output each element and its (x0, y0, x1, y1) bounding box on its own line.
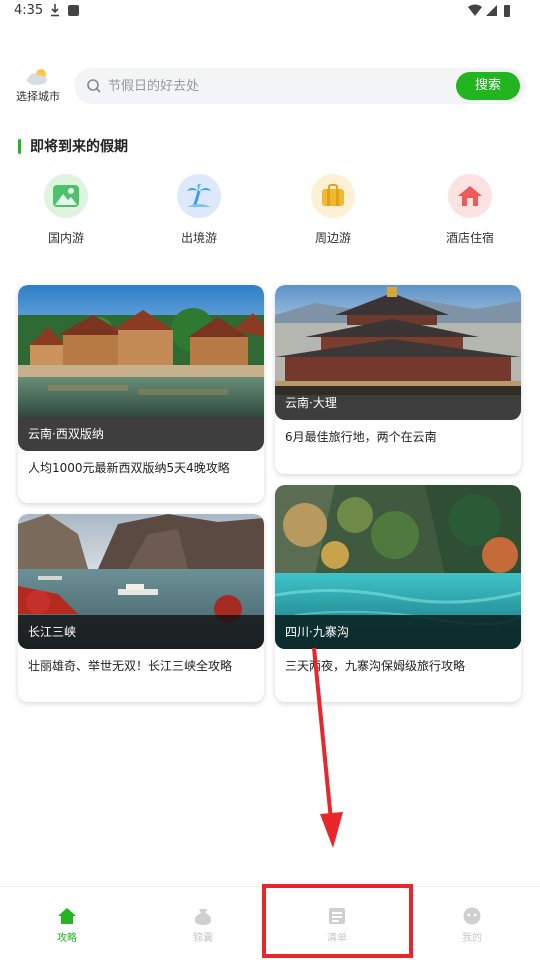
list-icon (329, 908, 345, 924)
search-bar: 搜索 (74, 68, 526, 104)
system-status-icons (468, 4, 510, 17)
status-bar: 4:35 (0, 0, 540, 24)
profile-face-icon (463, 907, 481, 925)
weather-cloud-icon (27, 69, 47, 85)
status-time: 4:35 (14, 3, 44, 18)
home-icon (58, 908, 76, 924)
section-title-text: 即将到来的假期 (30, 139, 128, 155)
palm-tree-icon (177, 174, 221, 218)
category-label: 国内游 (47, 231, 84, 245)
title-accent-bar (18, 138, 21, 154)
city-label: 选择城市 (16, 90, 60, 103)
card-location-tag: 长江三峡 (18, 615, 264, 649)
category-nearby[interactable]: 周边游 (293, 174, 373, 246)
card-image: 云南·西双版纳 (18, 285, 264, 451)
nav-tab-tips[interactable]: 锦囊 (163, 907, 243, 944)
nav-label: 我的 (462, 933, 482, 944)
category-label: 周边游 (314, 231, 351, 245)
guide-card[interactable]: 长江三峡 壮丽雄奇、举世无双！长江三峡全攻略 (18, 514, 264, 702)
house-icon (448, 174, 492, 218)
guide-card[interactable]: 云南·西双版纳 人均1000元最新西双版纳5天4晚攻略 (18, 285, 264, 503)
bottom-navigation: 攻略 锦囊 清单 我的 (0, 886, 540, 960)
card-title: 6月最佳旅行地，两个在云南 (285, 430, 437, 444)
card-image: 四川·九寨沟 (275, 485, 521, 649)
search-button[interactable]: 搜索 (456, 72, 520, 100)
guide-card[interactable]: 云南·大理 6月最佳旅行地，两个在云南 (275, 285, 521, 474)
category-outbound[interactable]: 出境游 (159, 174, 239, 246)
nav-label: 攻略 (57, 933, 77, 944)
suitcase-icon (311, 174, 355, 218)
category-label: 酒店住宿 (445, 231, 494, 245)
pouch-icon (194, 909, 212, 925)
card-location-tag: 云南·大理 (275, 386, 521, 420)
card-title: 人均1000元最新西双版纳5天4晚攻略 (28, 461, 230, 475)
nav-tab-profile[interactable]: 我的 (432, 907, 512, 944)
card-location-tag: 四川·九寨沟 (275, 615, 521, 649)
card-image: 长江三峡 (18, 514, 264, 649)
card-location-tag: 云南·西双版纳 (18, 417, 264, 451)
search-icon (87, 79, 101, 93)
category-label: 出境游 (180, 231, 217, 245)
mountain-icon (44, 174, 88, 218)
nav-tab-checklist[interactable]: 清单 (297, 907, 377, 944)
notification-icon (68, 5, 79, 16)
card-title: 三天两夜，九寨沟保姆级旅行攻略 (285, 659, 466, 673)
city-selector[interactable]: 选择城市 (14, 68, 62, 108)
category-hotel[interactable]: 酒店住宿 (430, 174, 510, 246)
download-icon (51, 4, 59, 17)
nav-label: 锦囊 (193, 933, 213, 944)
card-image: 云南·大理 (275, 285, 521, 420)
search-input[interactable] (108, 68, 448, 104)
category-domestic[interactable]: 国内游 (26, 174, 106, 246)
section-title: 即将到来的假期 (18, 137, 128, 155)
card-title: 壮丽雄奇、举世无双！长江三峡全攻略 (28, 659, 233, 673)
guide-card[interactable]: 四川·九寨沟 三天两夜，九寨沟保姆级旅行攻略 (275, 485, 521, 702)
nav-tab-guides[interactable]: 攻略 (27, 907, 107, 944)
nav-label: 清单 (327, 933, 347, 944)
